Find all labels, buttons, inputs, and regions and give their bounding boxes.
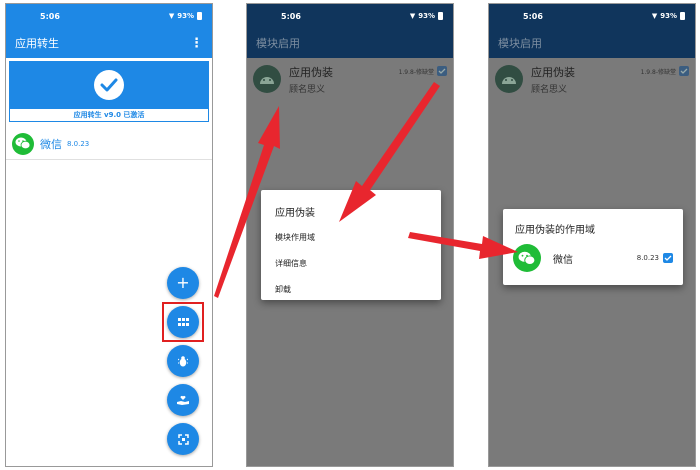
wifi-icon: ▼ (168, 12, 175, 20)
module-name: 应用伪装 (289, 65, 333, 79)
scope-app-checkbox[interactable] (663, 253, 673, 263)
wifi-icon: ▼ (651, 12, 658, 20)
module-desc: 顾名思义 (531, 84, 568, 95)
menu-item-uninstall[interactable]: 卸载 (275, 277, 427, 303)
module-enabled-checkbox[interactable] (679, 66, 689, 76)
status-bar: 5:06 ▼ 93% (247, 4, 453, 28)
module-desc: 顾名思义 (289, 84, 326, 95)
status-icons: ▼ 93% (410, 12, 443, 20)
overflow-menu-icon[interactable]: ⋮ (190, 36, 203, 51)
status-time: 5:06 (523, 11, 543, 21)
add-fab[interactable]: + (167, 267, 199, 299)
app-bar: 模块启用 (489, 28, 695, 58)
scope-app-name: 微信 (553, 254, 573, 266)
module-version: 1.9.8-修缺堂 (640, 69, 676, 76)
status-bar: 5:06 ▼ 93% (489, 4, 695, 28)
app-title: 应用转生 (15, 37, 59, 50)
activation-banner (9, 61, 209, 109)
hands-heart-icon (177, 395, 189, 405)
module-context-menu: 应用伪装 模块作用域 详细信息 卸载 (261, 190, 441, 300)
check-icon (94, 70, 124, 100)
expand-fab[interactable] (167, 423, 199, 455)
phone-screen-modules: 5:06 ▼ 93% 模块启用 应用伪装 顾名思义 1.9.8-修缺堂 应用伪装… (246, 3, 454, 467)
dialog-title: 应用伪装 (275, 208, 315, 219)
wifi-icon: ▼ (409, 12, 416, 20)
battery-icon (680, 12, 685, 20)
stage: 5:06 ▼ 93% 应用转生 ⋮ 应用转生 v9.0 已激活 微信 8.0.2… (0, 0, 700, 470)
status-bar: 5:06 ▼ 93% (6, 4, 212, 28)
hands-heart-fab[interactable] (167, 384, 199, 416)
module-enabled-checkbox[interactable] (437, 66, 447, 76)
dialog-title: 应用伪装的作用域 (515, 225, 595, 236)
status-icons: ▼ 93% (652, 12, 685, 20)
bug-fab[interactable] (167, 345, 199, 377)
wechat-icon (12, 132, 34, 155)
menu-item-details[interactable]: 详细信息 (275, 251, 427, 277)
phone-screen-scope: 5:06 ▼ 93% 模块启用 应用伪装 顾名思义 1.9.8-修缺堂 应用伪装… (488, 3, 696, 467)
app-version: 8.0.23 (67, 139, 90, 148)
app-title: 模块启用 (256, 37, 300, 50)
banner-caption: 应用转生 v9.0 已激活 (9, 109, 209, 122)
phone-screen-main: 5:06 ▼ 93% 应用转生 ⋮ 应用转生 v9.0 已激活 微信 8.0.2… (5, 3, 213, 467)
menu-item-scope[interactable]: 模块作用域 (275, 225, 427, 251)
expand-icon (177, 433, 189, 445)
app-bar: 模块启用 (247, 28, 453, 58)
battery-label: 93% (177, 12, 194, 20)
battery-icon (197, 12, 202, 20)
status-time: 5:06 (281, 11, 301, 21)
scope-app-version: 8.0.23 (636, 254, 659, 262)
module-list-item[interactable]: 应用伪装 顾名思义 1.9.8-修缺堂 (247, 58, 453, 100)
add-icon: + (176, 273, 190, 292)
module-version: 1.9.8-修缺堂 (398, 69, 434, 76)
android-icon (495, 65, 523, 93)
battery-label: 93% (660, 12, 677, 20)
wechat-icon (513, 244, 541, 272)
battery-icon (438, 12, 443, 20)
scope-dialog: 应用伪装的作用域 微信 8.0.23 (503, 209, 683, 285)
module-name: 应用伪装 (531, 65, 575, 79)
module-list-item[interactable]: 应用伪装 顾名思义 1.9.8-修缺堂 (489, 58, 695, 100)
app-name: 微信 (40, 137, 62, 151)
highlight-box (162, 302, 204, 342)
status-time: 5:06 (40, 11, 60, 21)
battery-label: 93% (418, 12, 435, 20)
status-icons: ▼ 93% (169, 12, 202, 20)
bug-icon (178, 355, 188, 366)
app-list-item-wechat[interactable]: 微信 8.0.23 (6, 128, 212, 160)
android-icon (253, 65, 281, 93)
scope-app-row[interactable]: 微信 8.0.23 (513, 244, 673, 272)
app-title: 模块启用 (498, 37, 542, 50)
app-bar: 应用转生 ⋮ (6, 28, 212, 58)
